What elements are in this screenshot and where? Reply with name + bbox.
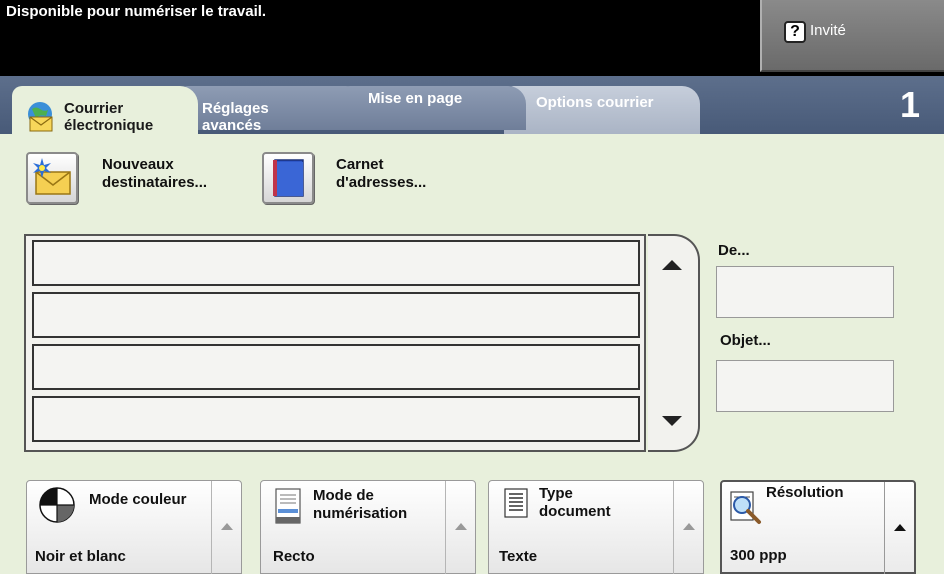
arrow-up-icon xyxy=(894,524,906,531)
user-login-button[interactable]: ? Invité xyxy=(760,0,944,72)
subject-field[interactable] xyxy=(716,360,894,412)
from-label[interactable]: De... xyxy=(718,242,750,259)
document-type-button[interactable]: Type document Texte xyxy=(488,480,704,574)
scan-mode-button[interactable]: Mode de numérisation Recto xyxy=(260,480,476,574)
resolution-title: Résolution xyxy=(766,484,844,501)
address-book-icon xyxy=(273,159,304,197)
resolution-button[interactable]: Résolution 300 ppp xyxy=(720,480,916,574)
arrow-up-icon xyxy=(455,523,467,530)
scan-mode-arrow-button[interactable] xyxy=(445,481,475,574)
document-type-arrow-button[interactable] xyxy=(673,481,703,574)
address-book-button[interactable] xyxy=(262,152,314,204)
new-recipients-label: Nouveaux destinataires... xyxy=(102,156,208,191)
color-mode-value: Noir et blanc xyxy=(35,548,126,565)
status-message: Disponible pour numériser le travail. xyxy=(6,3,267,20)
color-mode-button[interactable]: Mode couleur Noir et blanc xyxy=(26,480,242,574)
tab-label: Réglages avancés xyxy=(202,100,269,134)
resolution-value: 300 ppp xyxy=(730,547,787,564)
recipient-row[interactable] xyxy=(32,344,640,390)
tab-email-options[interactable]: Options courrier xyxy=(504,86,700,134)
from-field[interactable] xyxy=(716,266,894,318)
address-book-label: Carnet d'adresses... xyxy=(336,156,427,191)
help-question-icon: ? xyxy=(784,21,806,43)
tab-advanced-settings[interactable]: Réglages avancés xyxy=(178,86,364,134)
recipient-row[interactable] xyxy=(32,396,640,442)
tab-label: Courrier électronique xyxy=(64,100,154,134)
subject-label[interactable]: Objet... xyxy=(720,332,771,349)
tab-email[interactable]: Courrier électronique xyxy=(12,86,198,134)
scan-mode-title: Mode de numérisation xyxy=(313,487,408,522)
new-recipients-button[interactable] xyxy=(26,152,78,204)
tab-layout[interactable]: Mise en page xyxy=(340,86,526,130)
scroll-up-arrow-icon[interactable] xyxy=(660,254,684,274)
color-mode-icon xyxy=(39,487,75,523)
color-mode-title: Mode couleur xyxy=(89,491,187,508)
new-envelope-icon xyxy=(33,158,71,195)
email-globe-icon xyxy=(28,102,53,132)
email-screen: Disponible pour numériser le travail. ? … xyxy=(0,0,944,574)
email-panel: Nouveaux destinataires... Carnet d'adres… xyxy=(0,134,944,574)
recipient-row[interactable] xyxy=(32,292,640,338)
recipient-row[interactable] xyxy=(32,240,640,286)
scroll-down-arrow-icon[interactable] xyxy=(660,412,684,432)
recipient-list xyxy=(24,234,646,452)
user-label: Invité xyxy=(810,22,846,39)
arrow-up-icon xyxy=(221,523,233,530)
arrow-up-icon xyxy=(683,523,695,530)
magnifier-icon xyxy=(730,491,761,524)
tab-label: Options courrier xyxy=(536,94,654,111)
tab-label: Mise en page xyxy=(368,90,463,107)
recipient-scrollbar xyxy=(648,234,700,452)
tab-strip: Options courrier Mise en page Réglages a… xyxy=(0,76,944,134)
document-text-icon xyxy=(504,488,528,518)
status-bar: Disponible pour numériser le travail. ? … xyxy=(0,0,944,76)
job-counter: 1 xyxy=(899,84,920,125)
document-type-title: Type document xyxy=(539,485,611,520)
document-type-value: Texte xyxy=(499,548,538,565)
scan-mode-value: Recto xyxy=(273,548,315,565)
color-mode-arrow-button[interactable] xyxy=(211,481,241,574)
scan-mode-icon xyxy=(275,488,301,524)
resolution-arrow-button[interactable] xyxy=(884,482,914,574)
